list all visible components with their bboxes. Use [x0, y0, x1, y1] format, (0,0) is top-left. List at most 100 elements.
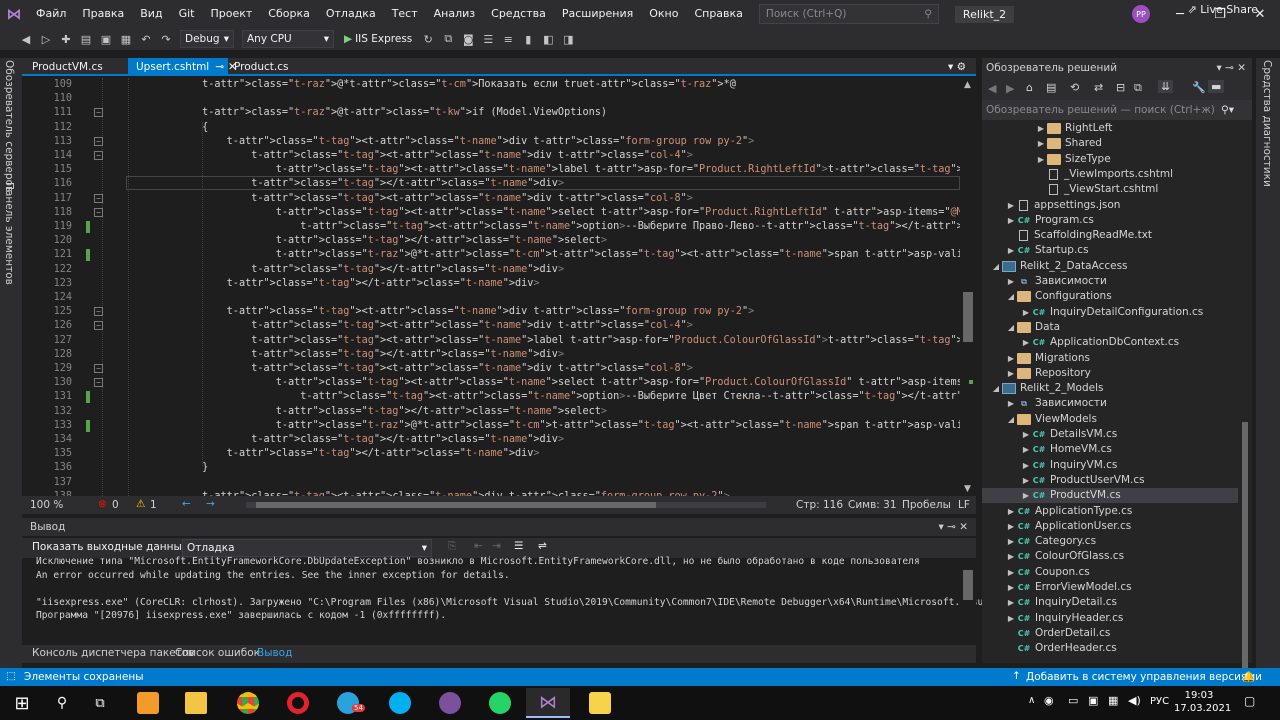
- fold-toggle-icon[interactable]: −: [94, 307, 103, 317]
- menu-item[interactable]: Проект: [202, 0, 260, 28]
- code-line[interactable]: 124: [22, 291, 960, 305]
- navigate-forward-icon[interactable]: ▷: [37, 30, 55, 48]
- skype-icon[interactable]: [378, 688, 422, 718]
- tree-item[interactable]: ◢ Configurations: [1005, 289, 1112, 304]
- expand-arrow-icon[interactable]: ▶: [1020, 473, 1032, 488]
- horizontal-scroll-thumb[interactable]: [256, 502, 656, 508]
- tab-upsert[interactable]: Upsert.cshtml ⊸ ✕: [128, 58, 237, 76]
- expanded-arrow-icon[interactable]: ◢: [990, 259, 1002, 274]
- tree-scroll-thumb[interactable]: [1242, 422, 1248, 672]
- tree-item[interactable]: ▶ Migrations: [1005, 351, 1090, 366]
- code-line[interactable]: 123 t-attr">class="t-tag"></t-attr">clas…: [22, 277, 960, 291]
- telegram-icon[interactable]: 54: [326, 688, 370, 718]
- bookmark-icon[interactable]: ▮: [519, 30, 537, 48]
- camera-icon[interactable]: ◙: [459, 30, 477, 48]
- home-icon[interactable]: ⌂: [1026, 81, 1033, 94]
- tree-item[interactable]: ▶ C# Coupon.cs: [1005, 565, 1090, 580]
- tree-item[interactable]: ▶ C# Program.cs: [1005, 213, 1094, 228]
- menu-item[interactable]: Правка: [74, 0, 132, 28]
- tray-generic-icon[interactable]: ▭: [1068, 694, 1078, 707]
- properties-icon[interactable]: 🔧: [1192, 81, 1206, 94]
- fold-toggle-icon[interactable]: −: [94, 193, 103, 203]
- output-scroll-thumb[interactable]: [963, 570, 973, 600]
- scroll-up-icon[interactable]: ▲: [964, 80, 971, 90]
- code-line[interactable]: 126 − t-attr">class="t-tag"><t-attr">clas…: [22, 319, 960, 333]
- code-line[interactable]: 113 − t-attr">class="t-tag"><t-attr">clas…: [22, 135, 960, 149]
- tree-item[interactable]: ▶ C# HomeVM.cs: [1020, 442, 1112, 457]
- tree-item[interactable]: ◢ ViewModels: [1005, 412, 1097, 427]
- expand-arrow-icon[interactable]: ▶: [1005, 565, 1017, 580]
- tree-item[interactable]: ▶ RightLeft: [1035, 121, 1112, 136]
- live-share-button[interactable]: ⇗ Live Share: [1188, 3, 1258, 16]
- save-all-icon[interactable]: ▦: [117, 30, 135, 48]
- code-line[interactable]: 114 − t-attr">class="t-tag"><t-attr">clas…: [22, 149, 960, 163]
- bookmark-prev-icon[interactable]: ◧: [539, 30, 557, 48]
- code-line[interactable]: 134 t-attr">class="t-tag"></t-attr">clas…: [22, 433, 960, 447]
- menu-item[interactable]: Git: [171, 0, 203, 28]
- tree-item[interactable]: ▶ C# ColourOfGlass.cs: [1005, 549, 1124, 564]
- new-project-icon[interactable]: ✚: [57, 30, 75, 48]
- tree-item[interactable]: ▶ C# ApplicationType.cs: [1005, 504, 1132, 519]
- scroll-thumb[interactable]: [963, 292, 973, 342]
- prev-message-icon[interactable]: ⇤: [474, 540, 483, 552]
- tab-output[interactable]: Вывод: [257, 647, 292, 659]
- chrome-icon[interactable]: [226, 688, 270, 718]
- action-center-icon[interactable]: ▢: [1244, 694, 1255, 708]
- tree-item[interactable]: ▶ C# InquiryDetailConfiguration.cs: [1020, 305, 1203, 320]
- expand-arrow-icon[interactable]: ▶: [1005, 351, 1017, 366]
- pin-icon[interactable]: ⊸: [215, 61, 224, 73]
- tab-server-explorer[interactable]: Обозреватель серверов: [3, 60, 15, 192]
- fold-toggle-icon[interactable]: −: [94, 136, 103, 146]
- tray-app-icon[interactable]: ◉: [1044, 694, 1054, 707]
- editor-vertical-scrollbar[interactable]: ▲ ▼: [960, 78, 976, 496]
- search-input[interactable]: Поиск (Ctrl+Q) ⚲: [758, 4, 939, 24]
- code-line[interactable]: 122 t-attr">class="t-tag"></t-attr">clas…: [22, 263, 960, 277]
- expand-arrow-icon[interactable]: ▶: [1005, 595, 1017, 610]
- tree-item[interactable]: ScaffoldingReadMe.txt: [1005, 228, 1152, 243]
- panel-controls-icon[interactable]: ▾ ⊸ ✕: [1216, 58, 1246, 78]
- fold-toggle-icon[interactable]: −: [94, 108, 103, 118]
- viber-icon[interactable]: [428, 688, 472, 718]
- code-line[interactable]: 110: [22, 92, 960, 106]
- tree-item[interactable]: ▶ C# ErrorViewModel.cs: [1005, 580, 1132, 595]
- tree-item[interactable]: ▶ C# Category.cs: [1005, 534, 1096, 549]
- code-line[interactable]: 117 − t-attr">class="t-tag"><t-attr">clas…: [22, 192, 960, 206]
- expand-arrow-icon[interactable]: ▶: [1005, 580, 1017, 595]
- tree-item[interactable]: ▶ C# InquiryDetail.cs: [1005, 595, 1117, 610]
- tree-item[interactable]: ▶ C# ApplicationUser.cs: [1005, 519, 1131, 534]
- tree-item[interactable]: ▶ Shared: [1035, 136, 1102, 151]
- show-all-files-icon[interactable]: ⧉: [1134, 81, 1142, 95]
- menu-item[interactable]: Окно: [641, 0, 686, 28]
- tree-item[interactable]: ▶ C# ApplicationDbContext.cs: [1020, 335, 1179, 350]
- collapse-all-icon[interactable]: ⊟: [1116, 81, 1125, 94]
- expand-arrow-icon[interactable]: ▶: [1035, 136, 1047, 151]
- prev-issue-icon[interactable]: ←: [182, 498, 191, 510]
- menu-item[interactable]: Вид: [132, 0, 170, 28]
- expand-arrow-icon[interactable]: ▶: [1035, 121, 1047, 136]
- tree-item[interactable]: ▶ ⧉ Зависимости: [1005, 274, 1107, 289]
- menu-item[interactable]: Файл: [28, 0, 74, 28]
- code-line[interactable]: 131 t-attr">class="t-tag"><t-attr">class…: [22, 390, 960, 404]
- code-editor[interactable]: 109 t-attr">class="t-raz">@*t-attr">clas…: [22, 78, 960, 496]
- expand-arrow-icon[interactable]: ▶: [1005, 213, 1017, 228]
- expand-arrow-icon[interactable]: ▶: [1005, 504, 1017, 519]
- horizontal-scrollbar[interactable]: [246, 502, 766, 508]
- solutions-view-icon[interactable]: ▤: [1046, 81, 1056, 94]
- tree-item[interactable]: ◢ Relikt_2_DataAccess: [990, 259, 1128, 274]
- paint-icon[interactable]: [578, 688, 622, 718]
- expand-arrow-icon[interactable]: ▶: [1005, 549, 1017, 564]
- code-line[interactable]: 120 t-attr">class="t-tag"></t-attr">clas…: [22, 234, 960, 248]
- language-indicator[interactable]: РУС: [1150, 696, 1169, 707]
- panel-controls-icon[interactable]: ▾ ⊸ ✕: [938, 518, 968, 536]
- expand-arrow-icon[interactable]: ▶: [1005, 274, 1017, 289]
- run-button[interactable]: ▶ IIS Express: [344, 33, 412, 45]
- menu-item[interactable]: Справка: [686, 0, 750, 28]
- tree-item[interactable]: ▶ C# ProductUserVM.cs: [1020, 473, 1145, 488]
- forward-icon[interactable]: ▶: [1006, 82, 1014, 95]
- expand-arrow-icon[interactable]: ▶: [1020, 335, 1032, 350]
- tree-item[interactable]: ▶ appsettings.json: [1005, 198, 1120, 213]
- menu-item[interactable]: Расширения: [554, 0, 641, 28]
- menu-item[interactable]: Отладка: [318, 0, 384, 28]
- solution-config-select[interactable]: Debug ▾: [180, 30, 234, 48]
- expand-arrow-icon[interactable]: ▶: [1020, 442, 1032, 457]
